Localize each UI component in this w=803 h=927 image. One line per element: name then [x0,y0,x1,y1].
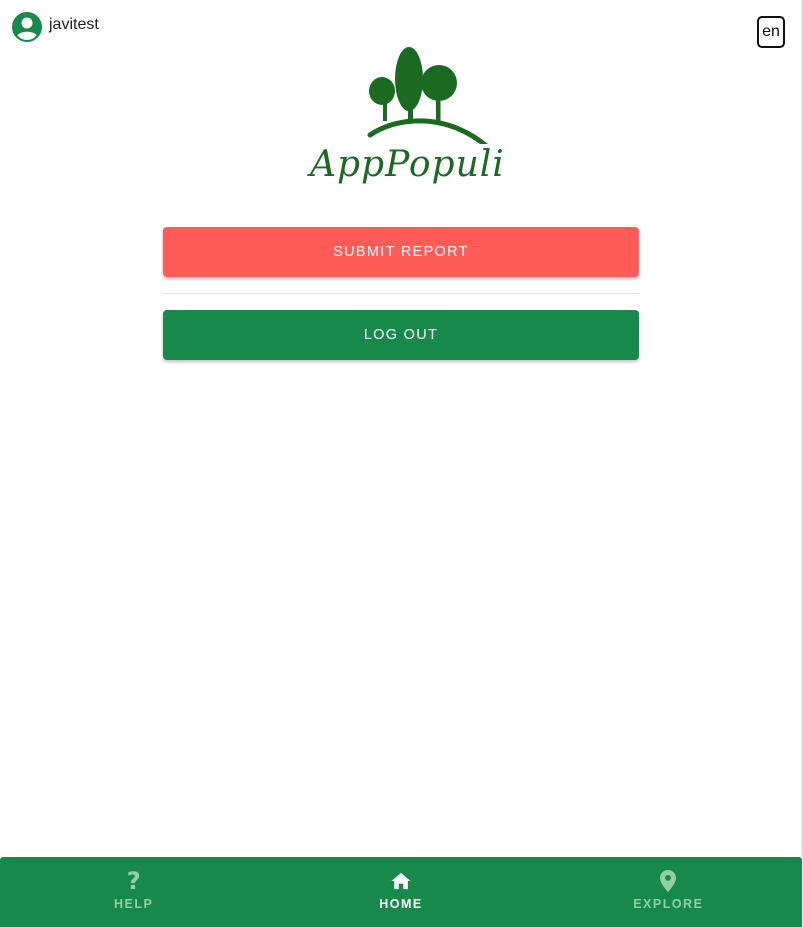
app-logo: AppPopuli [308,44,504,194]
nav-label-explore: EXPLORE [633,897,704,911]
home-icon [389,869,413,893]
logout-button[interactable]: LOG OUT [163,310,639,360]
location-pin-icon [656,869,680,893]
bottom-navigation: ? HELP HOME EXPLORE [0,857,802,927]
divider [163,293,639,294]
nav-item-explore[interactable]: EXPLORE [535,857,802,927]
nav-label-home: HOME [379,897,423,911]
trees-logo-icon [367,47,488,144]
language-button[interactable]: en [757,16,785,48]
nav-item-help[interactable]: ? HELP [0,857,267,927]
account-circle-icon [12,12,42,42]
nav-label-help: HELP [113,897,154,911]
home-screen: javitest en AppPopuli SUBMIT REPORT LOG … [0,0,803,927]
submit-report-button[interactable]: SUBMIT REPORT [163,227,639,277]
nav-item-home[interactable]: HOME [267,857,534,927]
help-icon: ? [126,867,141,895]
username: javitest [49,16,99,33]
logo-wordmark: AppPopuli [310,144,505,185]
user-chip[interactable]: javitest [12,12,99,42]
